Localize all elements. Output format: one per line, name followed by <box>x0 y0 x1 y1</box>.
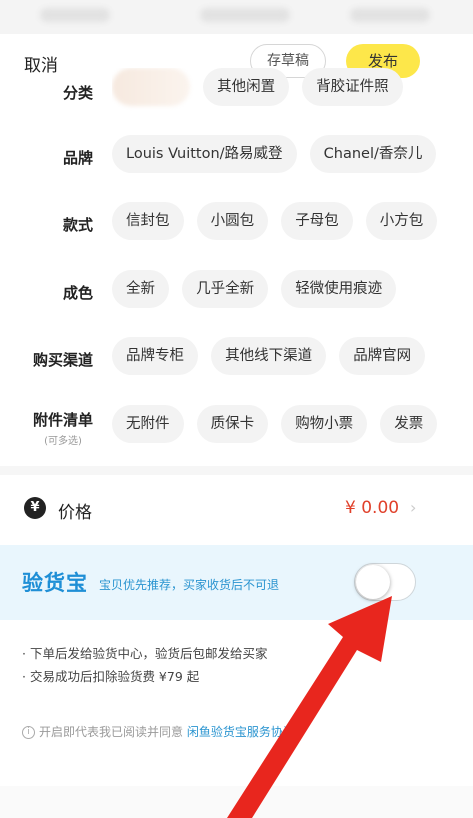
brand-row: 品牌 Louis Vuitton/路易威登 Chanel/香奈儿 <box>0 135 473 179</box>
condition-chip[interactable]: 轻微使用痕迹 <box>281 270 397 308</box>
channel-chip[interactable]: 其他线下渠道 <box>211 337 327 375</box>
brand-chip[interactable]: Chanel/香奈儿 <box>309 135 437 173</box>
info-icon: i <box>22 726 35 739</box>
yanhuobao-panel: 验货宝 宝贝优先推荐，买家收货后不可退 <box>0 545 473 620</box>
category-row: 分类 其他闲置 背胶证件照 <box>0 68 473 116</box>
brand-label: 品牌 <box>62 149 93 167</box>
brand-chip[interactable]: Louis Vuitton/路易威登 <box>112 135 297 173</box>
accessories-row: 附件清单 (可多选) 无附件 质保卡 购物小票 发票 <box>0 405 473 449</box>
agreement-link[interactable]: 闲鱼验货宝服务协议 <box>187 725 295 739</box>
accessory-chip[interactable]: 无附件 <box>112 405 184 443</box>
yanhuobao-desc: 宝贝优先推荐，买家收货后不可退 <box>99 578 280 592</box>
accessory-chip[interactable]: 购物小票 <box>281 405 368 443</box>
channel-chip[interactable]: 品牌专柜 <box>112 337 198 375</box>
channel-row: 购买渠道 品牌专柜 其他线下渠道 品牌官网 <box>0 337 473 381</box>
style-label: 款式 <box>62 216 93 234</box>
chevron-right-icon: › <box>410 498 417 517</box>
accessories-sublabel: (可多选) <box>44 436 82 447</box>
style-chip[interactable]: 小圆包 <box>196 202 269 240</box>
style-row: 款式 信封包 小圆包 子母包 小方包 <box>0 202 473 246</box>
accessories-label: 附件清单 (可多选) <box>33 409 93 447</box>
channel-chip[interactable]: 品牌官网 <box>339 337 426 375</box>
agreement-prefix: 开启即代表我已阅读并同意 <box>39 725 184 739</box>
channel-label: 购买渠道 <box>32 351 93 369</box>
category-label: 分类 <box>62 84 93 102</box>
section-divider <box>0 466 473 475</box>
category-chip-blurred[interactable] <box>112 68 190 106</box>
accessory-chip[interactable]: 质保卡 <box>196 405 269 443</box>
style-chip[interactable]: 子母包 <box>281 202 353 240</box>
red-arrow-shape <box>227 596 392 818</box>
category-chip[interactable]: 其他闲置 <box>203 68 290 106</box>
yanhuobao-title: 验货宝 <box>22 571 88 595</box>
toggle-knob <box>356 565 390 599</box>
condition-chip[interactable]: 几乎全新 <box>182 270 269 308</box>
price-value: ¥ 0.00 <box>345 498 400 518</box>
style-chip[interactable]: 信封包 <box>112 202 184 240</box>
yanhuobao-notes: · 下单后发给验货中心，验货后包邮发给买家 · 交易成功后扣除验货费 ¥79 起 <box>22 642 267 688</box>
condition-row: 成色 全新 几乎全新 轻微使用痕迹 <box>0 270 473 314</box>
bottom-area <box>0 786 473 818</box>
category-chip[interactable]: 背胶证件照 <box>302 68 403 106</box>
condition-chip[interactable]: 全新 <box>112 270 169 308</box>
agreement-text: i 开启即代表我已阅读并同意 闲鱼验货宝服务协议 <box>22 723 295 740</box>
accessories-label-text: 附件清单 <box>32 411 93 429</box>
condition-label: 成色 <box>62 284 93 302</box>
price-label: 价格 <box>58 503 92 523</box>
style-chip[interactable]: 小方包 <box>365 202 438 240</box>
price-row[interactable]: ¥ 价格 ¥ 0.00 › <box>0 482 473 538</box>
accessory-chip[interactable]: 发票 <box>380 405 438 443</box>
note-line: · 下单后发给验货中心，验货后包邮发给买家 <box>22 646 268 661</box>
note-line: · 交易成功后扣除验货费 ¥79 起 <box>22 669 200 684</box>
yen-circle-icon: ¥ <box>24 497 46 519</box>
status-bar <box>0 0 473 34</box>
yanhuobao-toggle[interactable] <box>354 563 416 601</box>
